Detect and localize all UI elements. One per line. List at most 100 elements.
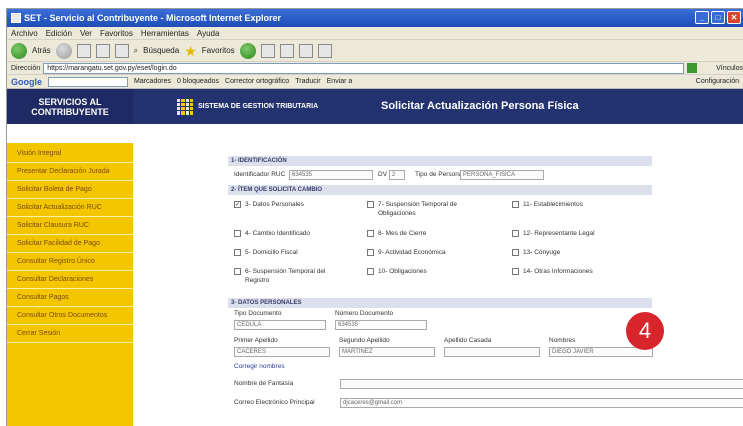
option-cambio-identificado: 4- Cambio Identificado bbox=[245, 230, 311, 237]
numero-documento-field[interactable]: 634535 bbox=[335, 320, 427, 330]
menu-edicion[interactable]: Edición bbox=[46, 29, 72, 38]
dv-label: DV bbox=[378, 171, 388, 178]
menu-ver[interactable]: Ver bbox=[80, 29, 92, 38]
segundo-apellido-label: Segundo Apellido bbox=[339, 337, 390, 344]
sidebar-item-clausura-ruc[interactable]: Solicitar Clausura RUC bbox=[7, 217, 133, 235]
segundo-apellido-field[interactable]: MARTINEZ bbox=[339, 347, 435, 357]
option-representante-legal: 12- Representante Legal bbox=[523, 230, 595, 237]
back-label[interactable]: Atrás bbox=[32, 46, 51, 55]
checkbox-otras-informaciones[interactable] bbox=[512, 268, 519, 275]
ruc-field[interactable]: 634535 bbox=[289, 170, 373, 180]
brand-line-2: CONTRIBUYENTE bbox=[31, 106, 109, 117]
menu-archivo[interactable]: Archivo bbox=[11, 29, 38, 38]
sidebar-item-boleta-pago[interactable]: Solicitar Boleta de Pago bbox=[7, 181, 133, 199]
refresh-icon[interactable] bbox=[95, 43, 110, 58]
section-item-cambio: 2- ÍTEM QUE SOLICITA CAMBIO bbox=[228, 185, 652, 195]
sidebar-menu: Visión Integral Presentar Declaración Ju… bbox=[7, 143, 133, 426]
search-icon[interactable]: ⌕ bbox=[134, 46, 138, 56]
apellido-casada-field[interactable] bbox=[444, 347, 540, 357]
brand-line-1: SERVICIOS AL bbox=[38, 96, 102, 107]
system-name: SISTEMA DE GESTION TRIBUTARIA bbox=[198, 103, 319, 110]
go-icon[interactable] bbox=[687, 63, 698, 73]
menu-bar: Archivo Edición Ver Favoritos Herramient… bbox=[7, 27, 743, 40]
google-send-to[interactable]: Enviar a bbox=[327, 78, 353, 85]
checkbox-suspension-registro[interactable] bbox=[234, 268, 241, 275]
section-identificacion: 1- IDENTIFICACIÓN bbox=[228, 156, 652, 166]
option-actividad-economica: 9- Actividad Económica bbox=[378, 249, 446, 256]
checkbox-representante-legal[interactable] bbox=[512, 230, 519, 237]
url-input[interactable]: https://marangatu.set.gov.py/eset/login.… bbox=[43, 62, 685, 74]
favorites-label[interactable]: Favoritos bbox=[202, 46, 235, 55]
edit-icon[interactable] bbox=[298, 43, 313, 58]
sidebar-item-actualizacion-ruc[interactable]: Solicitar Actualización RUC bbox=[7, 199, 133, 217]
home-icon[interactable] bbox=[114, 43, 129, 58]
google-search-input[interactable] bbox=[48, 76, 128, 87]
sidebar-item-facilidad-pago[interactable]: Solicitar Facilidad de Pago bbox=[7, 235, 133, 253]
window-controls: _ □ ✕ bbox=[695, 11, 741, 24]
primer-apellido-label: Primer Apellido bbox=[234, 337, 278, 344]
checkbox-cambio-identificado[interactable] bbox=[234, 230, 241, 237]
sidebar-item-vision-integral[interactable]: Visión Integral bbox=[7, 145, 133, 163]
checkbox-datos-personales[interactable]: ✓ bbox=[234, 201, 241, 208]
section-datos-personales: 3- DATOS PERSONALES bbox=[228, 298, 652, 308]
sidebar-item-cerrar-sesion[interactable]: Cerrar Sesión bbox=[7, 325, 133, 343]
ie-icon bbox=[11, 13, 21, 23]
option-mes-cierre: 8- Mes de Cierre bbox=[378, 230, 427, 237]
google-settings[interactable]: Configuración bbox=[696, 78, 739, 85]
dv-field[interactable]: 2 bbox=[389, 170, 405, 180]
maximize-button[interactable]: □ bbox=[711, 11, 725, 24]
option-domicilio-fiscal: 5- Domicilio Fiscal bbox=[245, 249, 298, 256]
option-suspension-obligaciones: 7- Suspensión Temporal de Obligaciones bbox=[378, 201, 458, 217]
mail-icon[interactable] bbox=[260, 43, 275, 58]
sidebar-item-declaraciones[interactable]: Consultar Declaraciones bbox=[7, 271, 133, 289]
system-logo-icon bbox=[177, 98, 193, 115]
corregir-nombres-link[interactable]: Corregir nombres bbox=[234, 363, 285, 370]
apellido-casada-label: Apellido Casada bbox=[444, 337, 492, 344]
google-spellcheck[interactable]: Corrector ortográfico bbox=[225, 78, 289, 85]
checkbox-establecimientos[interactable] bbox=[512, 201, 519, 208]
menu-favoritos[interactable]: Favoritos bbox=[100, 29, 133, 38]
google-popups-blocked[interactable]: 0 bloqueados bbox=[177, 78, 219, 85]
menu-herramientas[interactable]: Herramientas bbox=[141, 29, 189, 38]
numero-documento-label: Número Documento bbox=[335, 310, 394, 317]
menu-ayuda[interactable]: Ayuda bbox=[197, 29, 220, 38]
stop-icon[interactable] bbox=[76, 43, 91, 58]
folder-icon[interactable] bbox=[317, 43, 332, 58]
option-conyuge: 13- Cónyuge bbox=[523, 249, 561, 256]
search-label[interactable]: Búsqueda bbox=[143, 46, 179, 55]
checkbox-obligaciones[interactable] bbox=[367, 268, 374, 275]
correo-field[interactable]: djcaceres@gmail.com bbox=[340, 398, 743, 408]
browser-toolbar: Atrás ⌕ Búsqueda ★ Favoritos bbox=[7, 40, 743, 62]
minimize-button[interactable]: _ bbox=[695, 11, 709, 24]
app-header: SERVICIOS AL CONTRIBUYENTE SISTEMA DE GE… bbox=[7, 89, 743, 124]
google-bookmarks[interactable]: Marcadores bbox=[134, 78, 171, 85]
tipo-documento-field[interactable]: CEDULA bbox=[234, 320, 326, 330]
sidebar-item-registro-unico[interactable]: Consultar Registro Único bbox=[7, 253, 133, 271]
sidebar-item-otros-documentos[interactable]: Consultar Otros Documentos bbox=[7, 307, 133, 325]
brand-logo[interactable]: SERVICIOS AL CONTRIBUYENTE bbox=[7, 89, 133, 124]
checkbox-mes-cierre[interactable] bbox=[367, 230, 374, 237]
sidebar-item-presentar-declaracion[interactable]: Presentar Declaración Jurada bbox=[7, 163, 133, 181]
address-label: Dirección bbox=[11, 64, 41, 72]
nombre-fantasia-field[interactable] bbox=[340, 379, 743, 389]
sidebar-item-pagos[interactable]: Consultar Pagos bbox=[7, 289, 133, 307]
checkbox-actividad-economica[interactable] bbox=[367, 249, 374, 256]
tipo-persona-label: Tipo de Persona bbox=[415, 171, 463, 178]
google-translate[interactable]: Traducir bbox=[295, 78, 320, 85]
links-label[interactable]: Vínculos bbox=[716, 65, 743, 72]
checkbox-conyuge[interactable] bbox=[512, 249, 519, 256]
primer-apellido-field[interactable]: CACERES bbox=[234, 347, 330, 357]
favorites-icon[interactable]: ★ bbox=[184, 44, 197, 58]
history-icon[interactable] bbox=[239, 42, 256, 59]
tipo-persona-field[interactable]: PERSONA_FISICA bbox=[460, 170, 544, 180]
form-area: 1- IDENTIFICACIÓN Identificador RUC 6345… bbox=[133, 143, 743, 426]
option-otras-informaciones: 14- Otras Informaciones bbox=[523, 268, 593, 275]
close-button[interactable]: ✕ bbox=[727, 11, 741, 24]
checkbox-suspension-obligaciones[interactable] bbox=[367, 201, 374, 208]
back-icon[interactable] bbox=[11, 42, 27, 59]
window-title: SET - Servicio al Contribuyente - Micros… bbox=[24, 13, 282, 23]
forward-icon[interactable] bbox=[55, 42, 72, 59]
print-icon[interactable] bbox=[279, 43, 294, 58]
nombre-fantasia-label: Nombre de Fantasía bbox=[234, 380, 294, 387]
checkbox-domicilio-fiscal[interactable] bbox=[234, 249, 241, 256]
